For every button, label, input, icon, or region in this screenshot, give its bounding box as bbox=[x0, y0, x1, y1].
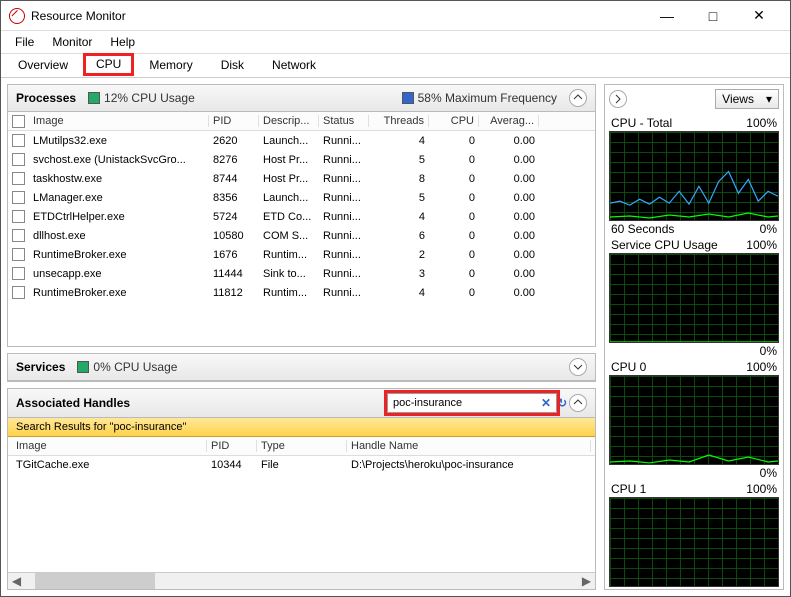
tab-strip: Overview CPU Memory Disk Network bbox=[1, 54, 790, 78]
chart: CPU - Total100%60 Seconds0% bbox=[609, 115, 779, 237]
chart: CPU 1 100% bbox=[609, 481, 779, 589]
chart: CPU 0100%0% bbox=[609, 359, 779, 481]
processes-panel: Processes 12% CPU Usage 58% Maximum Freq… bbox=[7, 84, 596, 347]
handles-search-box: ✕ ↻ bbox=[387, 393, 557, 413]
row-checkbox[interactable] bbox=[12, 210, 25, 223]
hcol-type[interactable]: Type bbox=[257, 440, 347, 452]
chart-pct: 100% bbox=[746, 482, 777, 496]
table-row[interactable]: TGitCache.exe10344FileD:\Projects\heroku… bbox=[8, 456, 595, 475]
handles-collapse-button[interactable] bbox=[569, 394, 587, 412]
close-button[interactable]: ✕ bbox=[736, 1, 782, 31]
menu-bar: File Monitor Help bbox=[1, 31, 790, 54]
hcol-pid[interactable]: PID bbox=[207, 440, 257, 452]
horizontal-scrollbar[interactable]: ◀▶ bbox=[8, 572, 595, 589]
row-checkbox[interactable] bbox=[12, 191, 25, 204]
menu-file[interactable]: File bbox=[7, 33, 42, 51]
services-cpu-label: 0% CPU Usage bbox=[93, 360, 177, 374]
handles-title: Associated Handles bbox=[16, 396, 130, 410]
app-icon bbox=[9, 8, 25, 24]
table-row[interactable]: LMutilps32.exe2620Launch...Runni...400.0… bbox=[8, 131, 595, 150]
minimize-button[interactable]: — bbox=[644, 1, 690, 31]
chevron-down-icon: ▾ bbox=[766, 92, 772, 106]
row-checkbox[interactable] bbox=[12, 172, 25, 185]
processes-table[interactable]: Image PID Descrip... Status Threads CPU … bbox=[8, 112, 595, 302]
col-avg[interactable]: Averag... bbox=[479, 115, 539, 127]
row-checkbox[interactable] bbox=[12, 229, 25, 242]
col-image[interactable]: Image bbox=[29, 115, 209, 127]
table-row[interactable]: dllhost.exe10580COM S...Runni...600.00 bbox=[8, 226, 595, 245]
menu-help[interactable]: Help bbox=[102, 33, 143, 51]
table-row[interactable]: taskhostw.exe8744Host Pr...Runni...800.0… bbox=[8, 169, 595, 188]
col-threads[interactable]: Threads bbox=[369, 115, 429, 127]
tab-network[interactable]: Network bbox=[259, 54, 329, 77]
chart-title: CPU 0 bbox=[611, 360, 646, 374]
services-title: Services bbox=[16, 360, 65, 374]
clear-search-icon[interactable]: ✕ bbox=[538, 396, 554, 410]
row-checkbox[interactable] bbox=[12, 286, 25, 299]
table-row[interactable]: LManager.exe8356Launch...Runni...500.00 bbox=[8, 188, 595, 207]
chart: Service CPU Usage100%0% bbox=[609, 237, 779, 359]
tab-cpu[interactable]: CPU bbox=[83, 53, 134, 76]
col-pid[interactable]: PID bbox=[209, 115, 259, 127]
table-row[interactable]: RuntimeBroker.exe1676Runtim...Runni...20… bbox=[8, 245, 595, 264]
cpu-usage-icon bbox=[88, 92, 100, 104]
chart-pct: 100% bbox=[746, 360, 777, 374]
services-expand-button[interactable] bbox=[569, 358, 587, 376]
window-title: Resource Monitor bbox=[31, 9, 644, 23]
table-row[interactable]: unsecapp.exe11444Sink to...Runni...300.0… bbox=[8, 264, 595, 283]
table-row[interactable]: svchost.exe (UnistackSvcGro...8276Host P… bbox=[8, 150, 595, 169]
row-checkbox[interactable] bbox=[12, 134, 25, 147]
chart-title: CPU - Total bbox=[611, 116, 672, 130]
col-desc[interactable]: Descrip... bbox=[259, 115, 319, 127]
chart-pct: 100% bbox=[746, 116, 777, 130]
tab-disk[interactable]: Disk bbox=[208, 54, 257, 77]
hcol-image[interactable]: Image bbox=[12, 440, 207, 452]
chart-title: CPU 1 bbox=[611, 482, 646, 496]
table-row[interactable]: ETDCtrlHelper.exe5724ETD Co...Runni...40… bbox=[8, 207, 595, 226]
col-status[interactable]: Status bbox=[319, 115, 369, 127]
hcol-handle[interactable]: Handle Name bbox=[347, 440, 591, 452]
processes-title: Processes bbox=[16, 91, 76, 105]
handles-table[interactable]: Image PID Type Handle Name TGitCache.exe… bbox=[8, 437, 595, 475]
processes-collapse-button[interactable] bbox=[569, 89, 587, 107]
row-checkbox[interactable] bbox=[12, 248, 25, 261]
search-results-banner: Search Results for "poc-insurance" bbox=[8, 418, 595, 437]
handles-panel: Associated Handles ✕ ↻ Search Results fo… bbox=[7, 388, 596, 590]
services-panel: Services 0% CPU Usage bbox=[7, 353, 596, 382]
refresh-search-icon[interactable]: ↻ bbox=[554, 396, 570, 410]
tab-overview[interactable]: Overview bbox=[5, 54, 81, 77]
max-freq-label: 58% Maximum Frequency bbox=[418, 91, 557, 105]
select-all-checkbox[interactable] bbox=[12, 115, 25, 128]
services-cpu-icon bbox=[77, 361, 89, 373]
chart-title: Service CPU Usage bbox=[611, 238, 718, 252]
maximize-button[interactable]: □ bbox=[690, 1, 736, 31]
menu-monitor[interactable]: Monitor bbox=[44, 33, 100, 51]
table-row[interactable]: RuntimeBroker.exe11812Runtim...Runni...4… bbox=[8, 283, 595, 302]
max-freq-icon bbox=[402, 92, 414, 104]
chart-pct: 100% bbox=[746, 238, 777, 252]
row-checkbox[interactable] bbox=[12, 153, 25, 166]
views-dropdown[interactable]: Views▾ bbox=[715, 89, 779, 109]
handles-search-input[interactable] bbox=[390, 397, 538, 409]
charts-sidebar: Views▾ CPU - Total100%60 Seconds0%Servic… bbox=[604, 84, 784, 590]
cpu-usage-label: 12% CPU Usage bbox=[104, 91, 195, 105]
charts-collapse-button[interactable] bbox=[609, 90, 627, 108]
title-bar: Resource Monitor — □ ✕ bbox=[1, 1, 790, 31]
row-checkbox[interactable] bbox=[12, 267, 25, 280]
col-cpu[interactable]: CPU bbox=[429, 115, 479, 127]
tab-memory[interactable]: Memory bbox=[136, 54, 205, 77]
